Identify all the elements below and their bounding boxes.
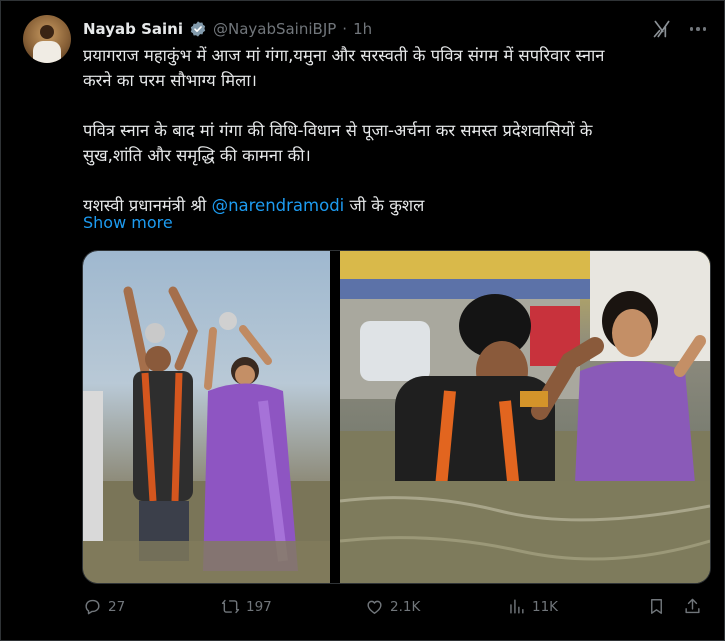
tweet-text: प्रयागराज महाकुंभ में आज मां गंगा,यमुना … — [83, 43, 703, 218]
retweet-button[interactable]: 197 — [221, 597, 272, 616]
tweet-card: Nayab Saini @NayabSainiBJP · 1h प्रयागरा… — [0, 0, 725, 641]
tweet-line: यशस्वी प्रधानमंत्री श्री @narendramodi ज… — [83, 193, 703, 218]
avatar[interactable] — [23, 15, 71, 63]
like-count: 2.1K — [390, 598, 421, 615]
separator-dot: · — [342, 20, 348, 38]
reply-button[interactable]: 27 — [83, 597, 125, 616]
mention-link[interactable]: @narendramodi — [212, 196, 345, 215]
like-button[interactable]: 2.1K — [365, 597, 420, 616]
verified-badge-icon — [190, 21, 206, 37]
views-icon — [510, 599, 524, 614]
action-bar: 27 197 2.1K 11K — [81, 597, 708, 619]
avatar-head — [40, 25, 54, 39]
tweet-line: प्रयागराज महाकुंभ में आज मां गंगा,यमुना … — [83, 46, 605, 65]
share-button[interactable] — [683, 597, 702, 616]
tweet-header: Nayab Saini @NayabSainiBJP · 1h — [83, 18, 372, 40]
view-count: 11K — [532, 598, 559, 615]
show-more-link[interactable]: Show more — [83, 213, 173, 232]
more-icon[interactable] — [687, 21, 709, 37]
tweet-line-suffix: जी के कुशल — [344, 196, 425, 215]
bookmark-icon — [651, 599, 662, 614]
tweet-line: करने का परम सौभाग्य मिला। — [83, 71, 257, 90]
reply-icon — [85, 599, 100, 615]
photo-1[interactable] — [83, 251, 330, 583]
tweet-line: पवित्र स्नान के बाद मां गंगा की विधि-विध… — [83, 121, 593, 140]
share-icon — [685, 598, 700, 614]
bookmark-button[interactable] — [647, 597, 666, 616]
photo-2[interactable] — [340, 251, 710, 583]
reply-count: 27 — [108, 598, 126, 615]
author-name[interactable]: Nayab Saini — [83, 20, 183, 38]
retweet-icon — [221, 599, 240, 614]
avatar-body — [33, 41, 61, 63]
like-icon — [367, 600, 382, 614]
timestamp[interactable]: 1h — [353, 20, 372, 38]
retweet-count: 197 — [246, 598, 272, 615]
photo-1-illustration — [83, 286, 330, 583]
photo-2-illustration — [340, 251, 710, 583]
tweet-line: सुख,शांति और समृद्धि की कामना की। — [83, 146, 311, 165]
author-handle[interactable]: @NayabSainiBJP — [213, 20, 336, 38]
media-grid — [82, 250, 711, 584]
grok-icon[interactable] — [652, 19, 672, 39]
views-button[interactable]: 11K — [507, 597, 558, 616]
